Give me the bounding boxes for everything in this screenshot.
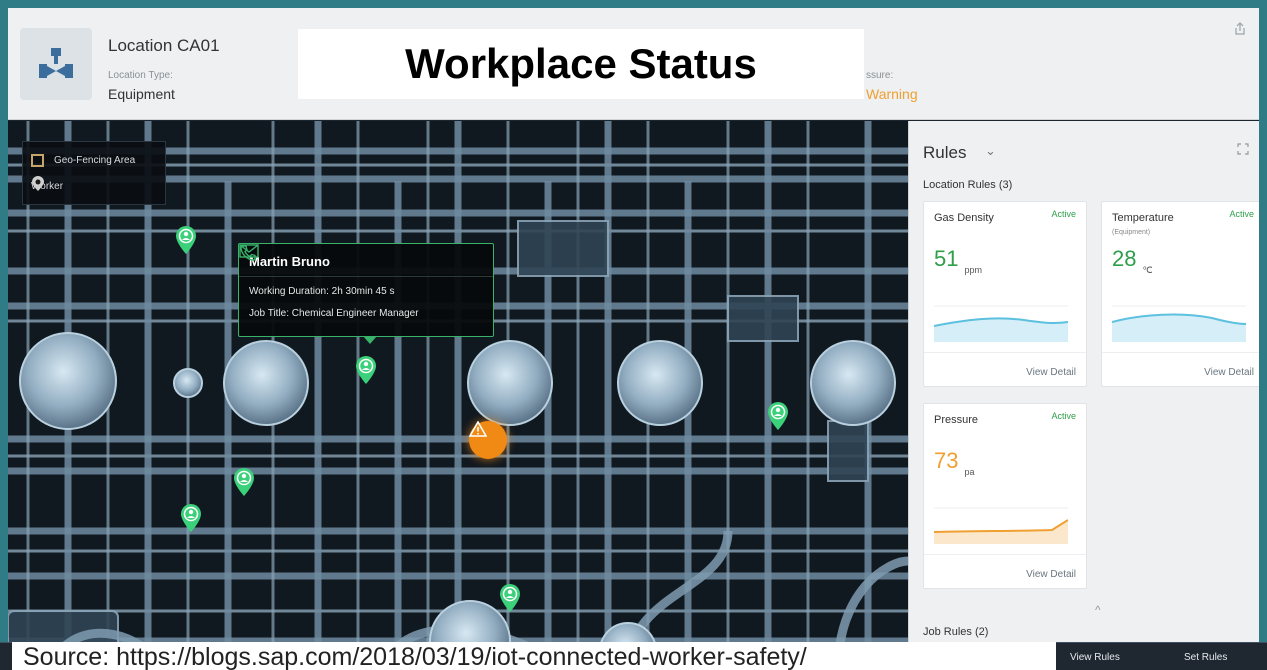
mail-icon[interactable]: [239, 244, 259, 258]
rule-unit: ppm: [964, 265, 982, 275]
rule-name: Gas Density: [934, 212, 994, 224]
legend-worker: Worker: [31, 176, 63, 196]
view-detail-link[interactable]: View Detail: [1204, 367, 1254, 378]
rule-value: 28: [1112, 246, 1137, 271]
location-title: Location CA01: [108, 36, 220, 55]
working-duration: Working Duration: 2h 30min 45 s: [249, 286, 395, 297]
valve-icon: [20, 28, 92, 100]
worker-pin-icon: [32, 176, 44, 191]
app-frame: Location CA01 Location Type: Equipment s…: [8, 8, 1259, 670]
worker-name: Martin Bruno: [249, 254, 330, 269]
map-legend: Geo-Fencing Area Worker: [22, 141, 166, 205]
rule-divider: [924, 352, 1086, 353]
job-rules-label[interactable]: Job Rules (2): [923, 626, 988, 638]
rule-sparkline: [934, 305, 1068, 342]
rule-value-wrap: 73 pa: [934, 448, 975, 477]
rule-value: 51: [934, 246, 959, 271]
rules-panel: Rules ⌄ Location Rules (3) Gas Density A…: [908, 121, 1259, 670]
legend-geo-fencing: Geo-Fencing Area: [31, 150, 135, 170]
pressure-label: ssure:: [866, 70, 894, 81]
worker-pin-icon[interactable]: [354, 355, 378, 385]
rule-name: Temperature: [1112, 212, 1174, 224]
legend-geo-label: Geo-Fencing Area: [54, 154, 136, 166]
rule-value-wrap: 28 ℃: [1112, 246, 1153, 275]
rule-name: Pressure: [934, 414, 979, 426]
job-title: Job Title: Chemical Engineer Manager: [249, 308, 419, 319]
plant-map[interactable]: Geo-Fencing Area Worker Martin Bruno Wor…: [8, 121, 908, 670]
worker-pin-icon[interactable]: [232, 467, 256, 497]
rule-card-temperature[interactable]: Temperature Active (Equipment) 28 ℃ View …: [1101, 201, 1259, 387]
view-rules-button[interactable]: View Rules: [1070, 652, 1120, 663]
rule-divider: [924, 554, 1086, 555]
source-caption: Source: https://blogs.sap.com/2018/03/19…: [23, 643, 807, 670]
rule-unit: ℃: [1142, 265, 1153, 275]
location-type-label: Location Type:: [108, 70, 173, 81]
location-type-value: Equipment: [108, 86, 175, 102]
warning-icon: [469, 421, 487, 437]
share-icon[interactable]: [1233, 22, 1247, 36]
rule-unit: pa: [964, 467, 975, 477]
rules-title[interactable]: Rules: [923, 143, 966, 163]
worker-pin-icon[interactable]: [766, 401, 790, 431]
view-detail-link[interactable]: View Detail: [1026, 367, 1076, 378]
rule-status: Active: [1051, 411, 1076, 421]
chevron-up-icon[interactable]: ^: [1095, 603, 1101, 617]
workplace-status-title: Workplace Status: [298, 29, 864, 99]
worker-pin-icon[interactable]: [179, 503, 203, 533]
rule-sparkline: [1112, 305, 1246, 342]
rule-value-wrap: 51 ppm: [934, 246, 982, 275]
rule-card-gas-density[interactable]: Gas Density Active 51 ppm View Detail: [923, 201, 1087, 387]
rule-divider: [1102, 352, 1259, 353]
rule-status: Active: [1229, 209, 1254, 219]
rule-status: Active: [1051, 209, 1076, 219]
location-rules-label: Location Rules (3): [923, 179, 1013, 191]
pressure-status-value: Warning: [866, 86, 918, 102]
rule-subtitle: (Equipment): [1112, 229, 1151, 236]
rule-value: 73: [934, 448, 959, 473]
chevron-down-icon[interactable]: ⌄: [985, 143, 996, 159]
expand-icon[interactable]: [1237, 143, 1249, 155]
rule-card-pressure[interactable]: Pressure Active 73 pa View Detail: [923, 403, 1087, 589]
view-detail-link[interactable]: View Detail: [1026, 569, 1076, 580]
popup-divider: [239, 276, 493, 277]
worker-pin-icon[interactable]: [174, 225, 198, 255]
popup-caret: [363, 336, 377, 344]
rule-sparkline: [934, 507, 1068, 544]
warning-marker[interactable]: [469, 421, 507, 459]
worker-info-popup: Martin Bruno Working Duration: 2h 30min …: [238, 243, 494, 344]
worker-pin-icon[interactable]: [498, 583, 522, 613]
set-rules-button[interactable]: Set Rules: [1184, 652, 1227, 663]
geo-fence-swatch-icon: [31, 153, 44, 167]
